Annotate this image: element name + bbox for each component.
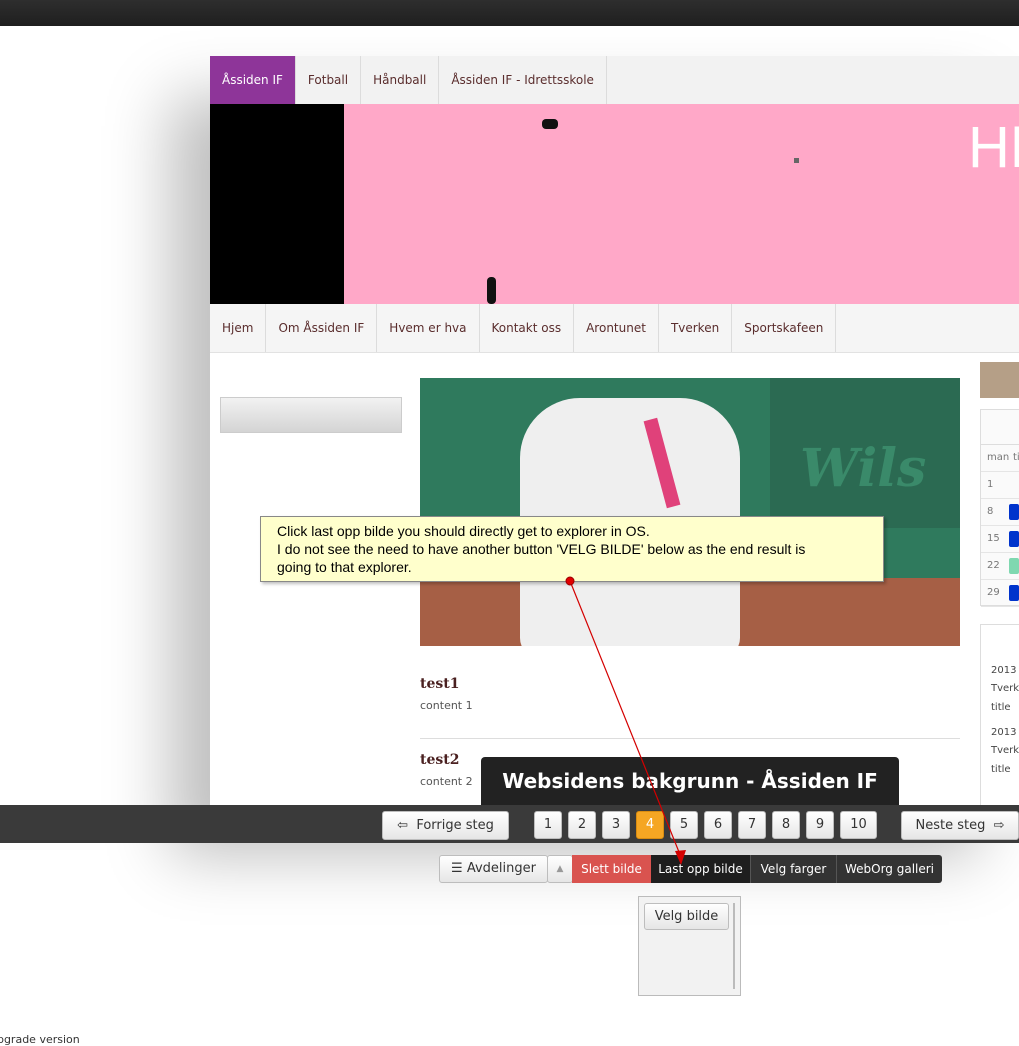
site-tabs: Åssiden IF Fotball Håndball Åssiden IF -… <box>210 56 1019 105</box>
step-button-8[interactable]: 8 <box>772 811 800 839</box>
banner-spot <box>542 119 558 129</box>
arrow-left-icon: ⇦ <box>397 818 409 833</box>
banner-spot <box>794 158 799 163</box>
choose-image-button[interactable]: Velg bilde <box>644 903 729 930</box>
calendar-week-row: 1 <box>981 472 1019 499</box>
nav-item-om[interactable]: Om Åssiden IF <box>266 304 378 352</box>
tab-handball[interactable]: Håndball <box>361 56 440 104</box>
callout-line: Click last opp bilde you should directly… <box>277 523 650 539</box>
tab-fotball[interactable]: Fotball <box>296 56 362 104</box>
nav-item-kontakt[interactable]: Kontakt oss <box>480 304 575 352</box>
step-button-1[interactable]: 1 <box>534 811 562 839</box>
event-marker[interactable] <box>1009 504 1019 520</box>
choose-colors-button[interactable]: Velg farger <box>750 855 836 883</box>
step-button-4[interactable]: 4 <box>636 811 664 839</box>
nav-item-sportskafeen[interactable]: Sportskafeen <box>732 304 837 352</box>
main-nav: Hjem Om Åssiden IF Hvem er hva Kontakt o… <box>210 304 1019 353</box>
news-location: Tverk <box>991 683 1019 694</box>
sidebar-thumbnail[interactable] <box>220 397 402 433</box>
calendar-week-row: 8 <box>981 499 1019 526</box>
banner-spot <box>487 277 496 304</box>
prev-step-button[interactable]: ⇦ Forrige steg <box>382 811 509 840</box>
news-date: 2013 <box>991 727 1017 738</box>
banner-logo-text: HE <box>968 115 1019 180</box>
upload-panel: Velg bilde <box>638 896 741 996</box>
banner-black-panel <box>210 104 344 304</box>
departments-label: Avdelinger <box>466 861 536 876</box>
background-tooltip: Websidens bakgrunn - Åssiden IF <box>481 757 899 805</box>
step-button-5[interactable]: 5 <box>670 811 698 839</box>
calendar-week-row: 15 <box>981 526 1019 553</box>
footer-upgrade-text[interactable]: upgrade version <box>0 1033 80 1046</box>
next-step-button[interactable]: Neste steg ⇨ <box>901 811 1019 840</box>
step-button-9[interactable]: 9 <box>806 811 834 839</box>
review-callout: Click last opp bilde you should directly… <box>260 516 884 582</box>
chevron-up-icon: ▲ <box>556 864 564 874</box>
calendar-week-row: 29 <box>981 580 1019 607</box>
hero-image: Wils <box>420 378 960 646</box>
news-title[interactable]: title <box>991 764 1011 775</box>
nav-item-hjem[interactable]: Hjem <box>210 304 267 352</box>
nav-item-tverken[interactable]: Tverken <box>659 304 733 352</box>
article-title[interactable]: test2 <box>420 752 459 768</box>
step-button-3[interactable]: 3 <box>602 811 630 839</box>
event-marker[interactable] <box>1009 558 1019 574</box>
nav-item-hvem[interactable]: Hvem er hva <box>377 304 480 352</box>
event-marker[interactable] <box>1009 531 1019 547</box>
weekday-label: man <box>987 452 1010 463</box>
step-button-7[interactable]: 7 <box>738 811 766 839</box>
departments-dropdown-toggle[interactable]: ▲ <box>547 855 573 883</box>
prev-step-label: Forrige steg <box>416 818 494 833</box>
calendar-day[interactable]: 29 <box>987 587 1000 598</box>
news-title[interactable]: title <box>991 702 1011 713</box>
calendar-day[interactable]: 1 <box>987 479 993 490</box>
sidebar-image <box>980 362 1019 398</box>
tab-idrettsskole[interactable]: Åssiden IF - Idrettsskole <box>439 56 607 104</box>
upload-image-button[interactable]: Last opp bilde <box>651 855 750 883</box>
step-button-10[interactable]: 10 <box>840 811 877 839</box>
calendar-day[interactable]: 8 <box>987 506 993 517</box>
gallery-button[interactable]: WebOrg galleri <box>836 855 942 883</box>
weekday-label: ti <box>1013 452 1019 463</box>
calendar-week-row: 22 <box>981 553 1019 580</box>
step-button-2[interactable]: 2 <box>568 811 596 839</box>
article-body: content 2 <box>420 775 473 788</box>
arrow-right-icon: ⇨ <box>993 818 1005 833</box>
departments-button[interactable]: ☰ Avdelinger <box>439 855 548 883</box>
calendar-day[interactable]: 15 <box>987 533 1000 544</box>
news-widget: 2013 Tverk title 2013 Tverk title <box>980 624 1019 806</box>
article-divider <box>420 738 960 739</box>
news-location: Tverk <box>991 745 1019 756</box>
article-title[interactable]: test1 <box>420 676 459 692</box>
nav-item-arontunet[interactable]: Arontunet <box>574 304 659 352</box>
calendar-header <box>981 410 1019 445</box>
site-banner: HE <box>210 104 1019 304</box>
article-body: content 1 <box>420 699 473 712</box>
calendar-weekday-row: man ti <box>981 445 1019 472</box>
delete-image-button[interactable]: Slett bilde <box>572 855 651 883</box>
tab-assiden-if[interactable]: Åssiden IF <box>210 56 296 104</box>
callout-line: going to that explorer. <box>277 559 412 575</box>
list-icon: ☰ <box>451 861 463 876</box>
calendar-widget: man ti 1 8 15 22 29 <box>980 409 1019 607</box>
browser-top-bar <box>0 0 1019 26</box>
event-marker[interactable] <box>1009 585 1019 601</box>
step-button-6[interactable]: 6 <box>704 811 732 839</box>
hero-brand-text: Wils <box>800 438 927 499</box>
calendar-day[interactable]: 22 <box>987 560 1000 571</box>
next-step-label: Neste steg <box>915 818 986 833</box>
website-preview: Åssiden IF Fotball Håndball Åssiden IF -… <box>210 56 1019 816</box>
callout-line: I do not see the need to have another bu… <box>277 541 806 557</box>
news-date: 2013 <box>991 665 1017 676</box>
upload-panel-scrollbar[interactable] <box>733 903 735 989</box>
